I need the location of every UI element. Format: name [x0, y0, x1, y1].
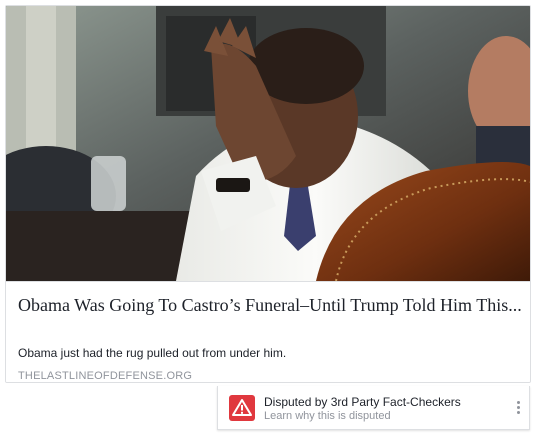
link-preview-card[interactable]: Obama Was Going To Castro’s Funeral–Unti… — [5, 5, 531, 383]
article-subtitle: Obama just had the rug pulled out from u… — [18, 346, 287, 360]
warning-triangle-icon — [229, 395, 255, 421]
preview-image[interactable] — [6, 6, 530, 281]
preview-photo — [6, 6, 530, 281]
learn-why-link[interactable]: Learn why this is disputed — [264, 410, 391, 423]
disputed-banner[interactable]: Disputed by 3rd Party Fact-Checkers Lear… — [217, 386, 530, 430]
article-headline[interactable]: Obama Was Going To Castro’s Funeral–Unti… — [18, 294, 523, 317]
dispute-title: Disputed by 3rd Party Fact-Checkers — [264, 395, 461, 409]
source-domain: THELASTLINEOFDEFENSE.ORG — [18, 370, 193, 382]
vertical-ellipsis-icon[interactable] — [514, 399, 522, 417]
preview-meta[interactable]: Obama Was Going To Castro’s Funeral–Unti… — [6, 281, 530, 382]
